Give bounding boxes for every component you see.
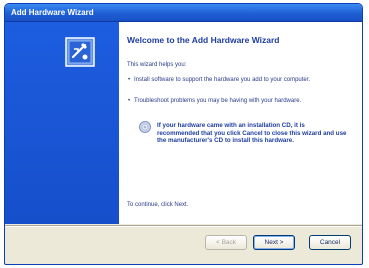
bullet-troubleshoot: Troubleshoot problems you may be having … (128, 97, 349, 105)
cancel-button[interactable]: Cancel (309, 235, 351, 250)
window-title: Add Hardware Wizard (11, 8, 94, 17)
title-bar[interactable]: Add Hardware Wizard (5, 4, 362, 22)
wizard-side-panel (5, 22, 119, 224)
button-separator (5, 225, 362, 227)
cd-install-note: If your hardware came with an installati… (157, 122, 347, 145)
wizard-window: Add Hardware Wizard Welcome to the Add H… (4, 3, 363, 265)
cd-icon (139, 121, 151, 133)
wizard-heading: Welcome to the Add Hardware Wizard (127, 35, 280, 45)
wizard-main-panel: Welcome to the Add Hardware Wizard This … (119, 22, 362, 224)
wizard-content: Welcome to the Add Hardware Wizard This … (5, 22, 362, 224)
hardware-wizard-icon (65, 37, 95, 67)
back-button[interactable]: < Back (205, 235, 247, 250)
next-button[interactable]: Next > (253, 235, 295, 250)
wizard-intro: This wizard helps you: (127, 62, 187, 68)
bullet-install-software: Install software to support the hardware… (128, 76, 349, 84)
continue-instruction: To continue, click Next. (127, 202, 189, 208)
